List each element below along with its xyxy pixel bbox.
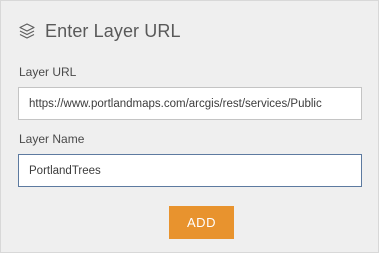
layer-url-label: Layer URL [19, 65, 77, 79]
layers-icon [18, 22, 36, 40]
add-button[interactable]: ADD [169, 206, 234, 239]
layer-name-label: Layer Name [19, 132, 85, 146]
panel-header: Enter Layer URL [18, 18, 181, 44]
layer-url-input[interactable] [18, 87, 362, 120]
layer-name-input[interactable] [18, 154, 362, 187]
panel-title: Enter Layer URL [45, 20, 181, 41]
enter-layer-url-panel: Enter Layer URL Layer URL Layer Name ADD [0, 0, 379, 253]
